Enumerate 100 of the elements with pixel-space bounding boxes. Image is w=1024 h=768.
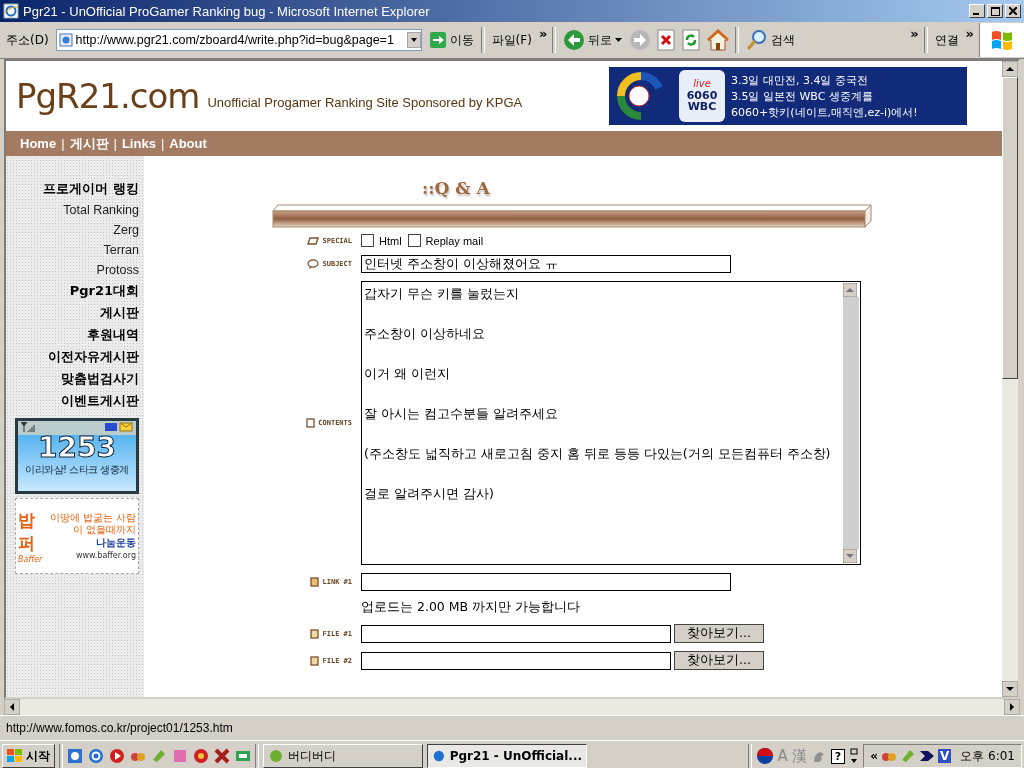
banner-text: 6060+핫키(네이트,매직엔,ez-i)에서! [731,104,918,120]
document-icon [306,418,316,428]
home-icon[interactable] [706,29,731,51]
address-label: 주소(D) [5,31,50,49]
window-title: Pgr21 - UnOfficial ProGamer Ranking bug - Microsoft Internet Explorer [23,3,430,19]
ad-subtitle: Baffer [18,554,43,564]
sidebar-link[interactable]: Total Ranking [63,200,139,220]
ad-campaign: 나눔운동 [96,536,136,550]
nav-link[interactable]: Links [121,136,156,151]
address-field[interactable]: http://www.pgr21.com/zboard4/write.php?id=bug&page=1 [55,29,422,51]
minimize-button[interactable] [969,4,985,18]
banner-text: 3.5일 일본전 WBC 생중계를 [731,88,874,104]
scroll-right-icon[interactable] [1004,699,1020,715]
browser-icon [3,3,19,19]
maximize-icon [990,6,1000,16]
tray-app[interactable]: V [937,749,952,763]
taskbar-button[interactable]: Pgr21 - UnOfficial... [427,744,587,768]
ad-number: 1253 [38,433,116,463]
start-button[interactable]: 시작 [2,744,55,768]
scroll-down-icon[interactable] [1002,681,1018,697]
tray-icon[interactable] [918,748,935,764]
nav-separator: | [113,136,117,151]
search-button[interactable]: 검색 [744,29,798,51]
battery-mail-icon [105,422,133,432]
subject-field[interactable]: 인터넷 주소창이 이상해졌어요 ㅠ [361,255,731,273]
media-player-icon[interactable] [109,748,125,764]
site-logo[interactable]: PgR21.com [16,76,200,116]
file-field[interactable] [361,624,671,643]
taskbar-button[interactable]: 버디버디 [263,744,423,768]
checkbox[interactable] [407,234,421,247]
checkbox[interactable] [361,234,374,247]
app-icon[interactable] [193,748,209,764]
browser-icon[interactable] [88,748,104,764]
dropdown-icon[interactable] [406,32,421,48]
close-button[interactable] [1005,4,1021,18]
charity-ad[interactable]: 밥퍼 Baffer 이땅에 밥굶는 사람이 없을때까지 나눔운동 www.baffer.org [15,498,139,574]
nav-link[interactable]: Home [20,136,57,151]
sidebar-link[interactable]: 게시판 [100,302,139,324]
links-label[interactable]: 연결 [932,31,961,49]
page-icon [58,33,73,47]
windows-icon [7,749,23,763]
nav-separator: | [160,136,165,151]
sidebar-link[interactable]: 프로게이머 랭킹 [43,178,139,200]
document-icon [310,577,320,587]
nav-separator: | [61,136,65,151]
more-chevron[interactable]: » [910,26,919,41]
site-tagline: Unofficial Progamer Ranking Site Sponsored by KPGA [207,95,523,110]
sidebar-link[interactable]: Zerg [113,220,139,240]
caret-icon [615,38,623,42]
file-menu[interactable]: 파일(F) [489,31,534,49]
status-text: http://www.fomos.co.kr/project01/1253.htm [6,721,233,735]
document-icon [310,628,320,639]
options-icon[interactable] [849,747,860,765]
tray-expand[interactable]: « [870,749,878,763]
phone-ad[interactable]: 1253 이리와삼! 스타크 생중계 [15,418,139,494]
refresh-icon[interactable] [681,29,702,51]
back-icon [563,29,586,51]
sidebar-link[interactable]: Protoss [96,260,139,280]
back-button[interactable]: 뒤로 [561,29,625,51]
phone-label: WBC [687,101,717,113]
contents-textarea[interactable]: 갑자기 무슨 키를 눌렀는지 주소창이 이상하네요 이거 왜 이런지 잘 아시는 컴고수분들 알려주세요 (주소창도 넓직하고 새로고침 중지 홈 뒤로 등등 다있는(거의 모든컴퓨터 주소창) 걸로 알려주시면 감사) [361,281,861,565]
maximize-button[interactable] [987,4,1003,18]
live-label: live [693,79,711,90]
scroll-left-icon[interactable] [4,699,20,715]
nav-link[interactable]: 게시판 [69,134,109,153]
banner-ad[interactable]: live 6060 WBC 3.3일 대만전, 3.4일 중국전 3.5일 일본전 WBC 생중계를 6060+핫키(네이트,매직엔,ez-i)에서! [609,67,967,125]
ad-slogan: 이땅에 밥굶는 사람이 없을때까지 [48,512,136,535]
speech-bubble-icon [307,259,320,269]
page-scrollbar[interactable] [1002,61,1018,697]
horizontal-scrollbar[interactable] [4,699,1020,715]
signal-icon [21,422,37,432]
file-field[interactable] [361,651,671,670]
search-icon [746,29,769,51]
close-icon [1009,7,1017,15]
banner-text: 3.3일 대만전, 3.4일 중국전 [731,72,869,88]
browse-button[interactable]: 찾아보기... [674,651,764,670]
sidebar-link[interactable]: Terran [103,240,139,260]
sidebar-link[interactable]: 맞춤법검사기 [61,368,139,390]
go-button[interactable]: 이동 [426,31,476,49]
app-icon[interactable] [214,748,230,764]
more-chevron[interactable]: » [965,26,974,41]
app-icon[interactable] [235,748,251,764]
link-field[interactable] [361,573,731,591]
more-chevron[interactable]: » [538,26,548,41]
nav-link[interactable]: About [169,136,207,151]
stop-icon[interactable] [656,29,677,51]
checkbox-label: Replay mail [425,234,484,247]
language-icon[interactable] [755,747,774,765]
sidebar-link[interactable]: 후원내역 [87,324,139,346]
scroll-up-icon[interactable] [1002,61,1018,77]
app-icon [268,748,284,764]
sidebar-link[interactable]: 이전자유게시판 [48,346,139,368]
checkbox-label: Html [379,234,402,247]
board-title: ::Q & A [422,178,490,198]
document-icon [310,655,320,666]
clock: 오후 6:01 [960,747,1015,765]
sidebar-link[interactable]: 이벤트게시판 [61,390,139,412]
help-button[interactable]: ? [830,748,846,764]
sidebar-link[interactable]: Pgr21대회 [69,280,139,302]
browse-button[interactable]: 찾아보기... [674,624,764,643]
